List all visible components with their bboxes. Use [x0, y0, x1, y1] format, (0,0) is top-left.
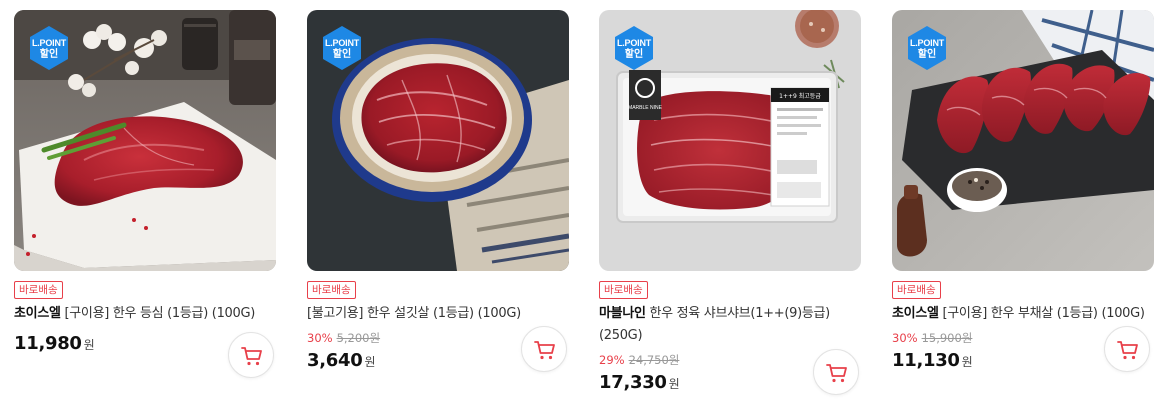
add-to-cart-button[interactable]	[228, 332, 274, 378]
product-price: 11,130 원	[892, 350, 973, 371]
product-name: [구이용] 한우 등심 (1등급) (100G)	[60, 306, 256, 321]
product-name: [구이용] 한우 부채살 (1등급) (100G)	[938, 306, 1145, 321]
product-brand: 마블나인	[599, 306, 646, 321]
lpoint-badge-label: L.POINT	[31, 38, 67, 48]
product-grid: L.POINT 할인 바로배송 초이스엘 [구이용] 한우 등심 (1등급) (…	[0, 0, 1157, 400]
product-title[interactable]: 초이스엘 [구이용] 한우 등심 (1등급) (100G)	[14, 303, 276, 325]
lpoint-discount-badge: L.POINT 할인	[321, 25, 363, 71]
shopping-cart-icon	[534, 341, 555, 360]
price-value: 17,330	[599, 372, 667, 393]
original-price: 15,900원	[921, 331, 973, 345]
lpoint-hexagon-icon	[323, 26, 361, 70]
price-currency: 원	[961, 355, 973, 369]
price-currency: 원	[364, 355, 376, 369]
package-brand-text: MARBLE NINE	[628, 105, 663, 111]
add-to-cart-button[interactable]	[1104, 326, 1150, 372]
delivery-tag: 바로배송	[307, 281, 356, 299]
discount-row: 30% 5,200원	[307, 330, 380, 346]
product-card: MARBLE NINE 1++9 최고등급 L.POINT 할인 바로배송 마블…	[599, 0, 861, 400]
product-card: L.POINT 할인 바로배송 [불고기용] 한우 설깃살 (1등급) (100…	[307, 0, 569, 400]
delivery-tag: 바로배송	[599, 281, 648, 299]
delivery-tag: 바로배송	[892, 281, 941, 299]
lpoint-badge-sublabel: 할인	[624, 49, 644, 60]
delivery-tag: 바로배송	[14, 281, 63, 299]
price-value: 3,640	[307, 350, 363, 371]
lpoint-badge-sublabel: 할인	[917, 49, 937, 60]
product-price: 11,980 원	[14, 333, 95, 354]
product-card: L.POINT 할인 바로배송 초이스엘 [구이용] 한우 부채살 (1등급) …	[892, 0, 1154, 400]
product-price: 3,640 원	[307, 350, 375, 371]
original-price: 5,200원	[336, 331, 381, 345]
product-image[interactable]: MARBLE NINE 1++9 최고등급 L.POINT 할인	[599, 10, 861, 271]
discount-percent: 29%	[599, 353, 625, 367]
lpoint-discount-badge: L.POINT 할인	[28, 25, 70, 71]
product-image[interactable]: L.POINT 할인	[892, 10, 1154, 271]
product-brand: 초이스엘	[892, 306, 939, 321]
lpoint-hexagon-icon	[30, 26, 68, 70]
shopping-cart-icon	[241, 347, 262, 366]
shopping-cart-icon	[1117, 341, 1138, 360]
package-label-text: 1++9 최고등급	[779, 92, 821, 100]
product-brand: 초이스엘	[14, 306, 61, 321]
discount-percent: 30%	[892, 331, 918, 345]
product-image[interactable]: L.POINT 할인	[307, 10, 569, 271]
add-to-cart-button[interactable]	[521, 326, 567, 372]
lpoint-badge-sublabel: 할인	[332, 49, 352, 60]
shopping-cart-icon	[826, 364, 847, 383]
lpoint-badge-label: L.POINT	[616, 38, 652, 48]
price-value: 11,980	[14, 333, 82, 354]
product-title[interactable]: [불고기용] 한우 설깃살 (1등급) (100G)	[307, 303, 569, 325]
product-image[interactable]: L.POINT 할인	[14, 10, 276, 271]
add-to-cart-button[interactable]	[813, 349, 859, 395]
price-currency: 원	[83, 338, 95, 352]
product-card: L.POINT 할인 바로배송 초이스엘 [구이용] 한우 등심 (1등급) (…	[14, 0, 276, 400]
lpoint-badge-label: L.POINT	[909, 38, 945, 48]
product-title[interactable]: 초이스엘 [구이용] 한우 부채살 (1등급) (100G)	[892, 303, 1154, 325]
discount-percent: 30%	[307, 331, 333, 345]
lpoint-hexagon-icon	[908, 26, 946, 70]
original-price: 24,750원	[628, 353, 680, 367]
discount-row: 30% 15,900원	[892, 330, 972, 346]
lpoint-hexagon-icon	[615, 26, 653, 70]
price-value: 11,130	[892, 350, 960, 371]
lpoint-discount-badge: L.POINT 할인	[906, 25, 948, 71]
lpoint-badge-label: L.POINT	[324, 38, 360, 48]
product-title[interactable]: 마블나인 한우 정육 샤브샤브(1++(9)등급) (250G)	[599, 303, 861, 347]
lpoint-discount-badge: L.POINT 할인	[613, 25, 655, 71]
product-price: 17,330 원	[599, 372, 680, 393]
product-name: [불고기용] 한우 설깃살 (1등급) (100G)	[307, 306, 521, 321]
lpoint-badge-sublabel: 할인	[39, 49, 59, 60]
price-currency: 원	[668, 377, 680, 391]
discount-row: 29% 24,750원	[599, 352, 679, 368]
